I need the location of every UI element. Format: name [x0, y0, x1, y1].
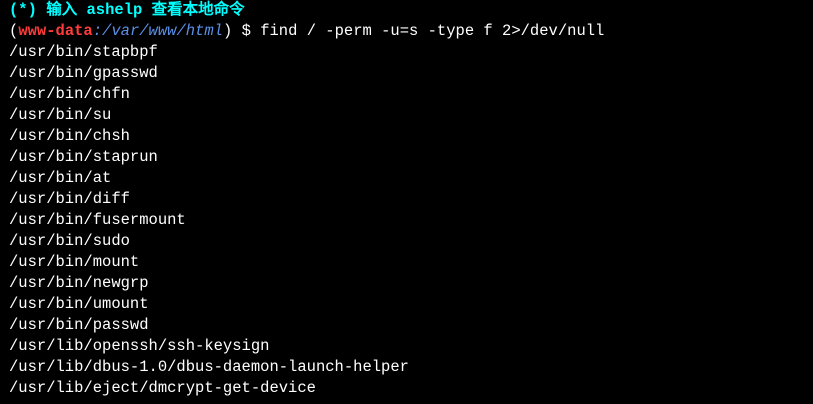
output-line: /usr/bin/umount — [9, 295, 149, 313]
output-line: /usr/bin/mount — [9, 253, 140, 271]
output-line: /usr/bin/chsh — [9, 127, 130, 145]
output-line: /usr/bin/staprun — [9, 148, 158, 166]
prompt-open-paren: ( — [9, 22, 19, 40]
output-line: /usr/bin/fusermount — [9, 211, 186, 229]
output-line: /usr/bin/gpasswd — [9, 64, 158, 82]
prompt-separator: : — [92, 22, 103, 40]
terminal-window[interactable]: (*) 输入 ashelp 查看本地命令 (www-data:/var/www/… — [0, 0, 813, 404]
output-line: /usr/bin/sudo — [9, 232, 130, 250]
output-line: /usr/bin/passwd — [9, 316, 149, 334]
output-line: /usr/bin/stapbpf — [9, 43, 158, 61]
output-line: /usr/lib/eject/dmcrypt-get-device — [9, 379, 316, 397]
output-line: /usr/bin/at — [9, 169, 112, 187]
output-line: /usr/lib/openssh/ssh-keysign — [9, 337, 270, 355]
output-line: /usr/bin/chfn — [9, 85, 130, 103]
output-line: /usr/bin/diff — [9, 190, 130, 208]
prompt-user: www-data — [18, 22, 93, 40]
prompt-line: (www-data:/var/www/html) $ find / -perm … — [9, 21, 813, 42]
output-line: /usr/bin/su — [9, 106, 112, 124]
prompt-close-paren: ) — [222, 22, 233, 40]
output-line: /usr/lib/dbus-1.0/dbus-daemon-launch-hel… — [9, 358, 409, 376]
prompt-symbol: $ — [232, 22, 261, 40]
prompt-cwd: /var/www/html — [102, 22, 223, 40]
output-line: /usr/bin/newgrp — [9, 274, 149, 292]
banner-text: (*) 输入 ashelp 查看本地命令 — [9, 1, 245, 19]
prompt-command: find / -perm -u=s -type f 2>/dev/null — [260, 22, 605, 40]
